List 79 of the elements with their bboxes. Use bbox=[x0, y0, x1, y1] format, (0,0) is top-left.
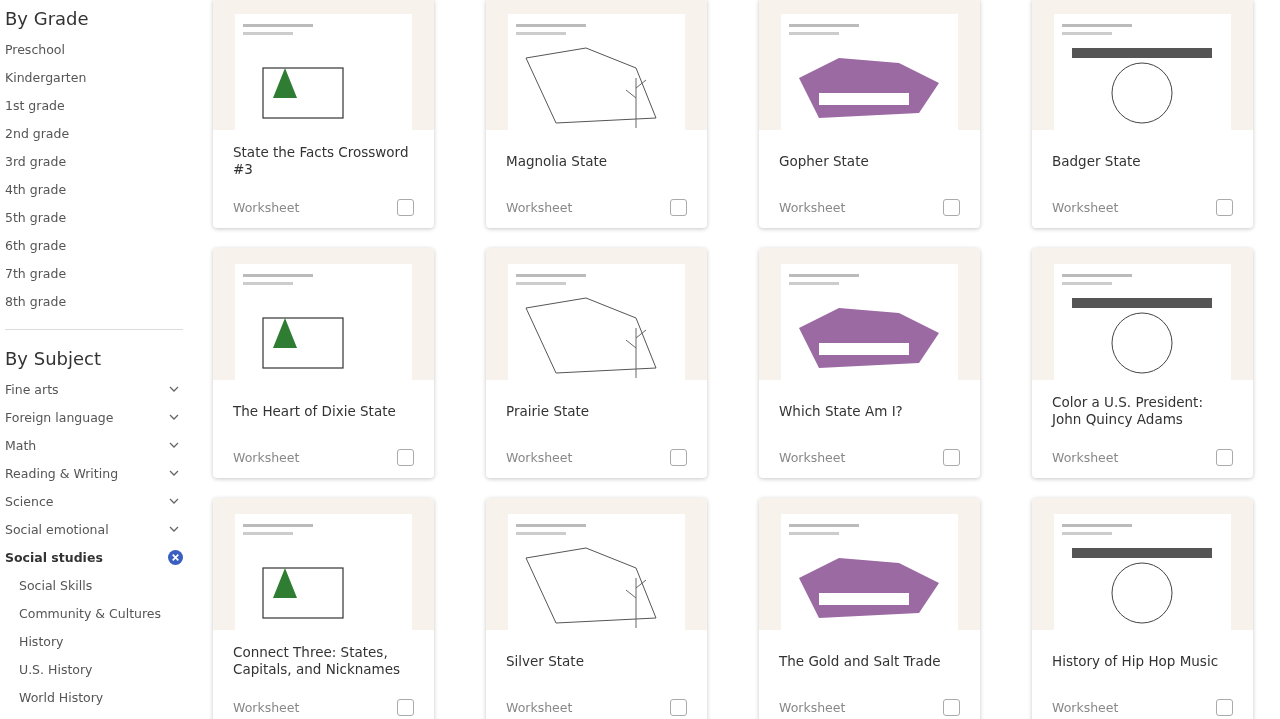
grade-link[interactable]: 8th grade bbox=[5, 287, 183, 315]
checkbox[interactable] bbox=[397, 699, 414, 716]
card-title: The Heart of Dixie State bbox=[233, 402, 396, 420]
chevron-down-icon[interactable] bbox=[169, 386, 179, 392]
worksheet-card[interactable]: Color a U.S. President: John Quincy Adams Worksheet bbox=[1032, 248, 1253, 478]
subject-filter[interactable]: Social emotional bbox=[5, 515, 183, 543]
section-heading: By Subject bbox=[5, 348, 102, 369]
chevron-down-icon[interactable] bbox=[169, 470, 179, 476]
card-title: History of Hip Hop Music bbox=[1052, 652, 1219, 670]
resource-type: Worksheet bbox=[233, 450, 300, 465]
resource-type: Worksheet bbox=[233, 700, 300, 715]
resource-type: Worksheet bbox=[779, 700, 846, 715]
grade-link[interactable]: Preschool bbox=[5, 35, 183, 63]
grade-link[interactable]: 2nd grade bbox=[5, 119, 183, 147]
subject-filter[interactable]: Math bbox=[5, 431, 183, 459]
resource-type: Worksheet bbox=[1052, 200, 1119, 215]
subtopic-link[interactable]: World History bbox=[5, 683, 183, 711]
checkbox[interactable] bbox=[670, 699, 687, 716]
subject-filter[interactable]: Science bbox=[5, 487, 183, 515]
grade-link[interactable]: 4th grade bbox=[5, 175, 183, 203]
grade-link[interactable]: Kindergarten bbox=[5, 63, 183, 91]
chevron-down-icon[interactable] bbox=[169, 442, 179, 448]
checkbox[interactable] bbox=[1216, 699, 1233, 716]
worksheet-card[interactable]: Gopher State Worksheet bbox=[759, 0, 980, 228]
checkbox[interactable] bbox=[397, 449, 414, 466]
resource-type: Worksheet bbox=[779, 450, 846, 465]
grade-link[interactable]: 6th grade bbox=[5, 231, 183, 259]
checkbox[interactable] bbox=[670, 199, 687, 216]
worksheet-card[interactable]: Prairie State Worksheet bbox=[486, 248, 707, 478]
checkbox[interactable] bbox=[397, 199, 414, 216]
card-title: Connect Three: States, Capitals, and Nicknames bbox=[233, 644, 402, 678]
grade-link[interactable]: 5th grade bbox=[5, 203, 183, 231]
checkbox[interactable] bbox=[943, 449, 960, 466]
resource-type: Worksheet bbox=[1052, 700, 1119, 715]
card-title: Which State Am I? bbox=[779, 402, 903, 420]
grade-link[interactable]: 7th grade bbox=[5, 259, 183, 287]
resource-type: Worksheet bbox=[233, 200, 300, 215]
checkbox[interactable] bbox=[943, 699, 960, 716]
subject-filter[interactable]: Social studies bbox=[5, 543, 183, 571]
card-title: Silver State bbox=[506, 652, 584, 670]
checkbox[interactable] bbox=[1216, 449, 1233, 466]
worksheet-card[interactable]: Magnolia State Worksheet bbox=[486, 0, 707, 228]
worksheet-card[interactable]: Connect Three: States, Capitals, and Nicknames Worksheet bbox=[213, 498, 434, 719]
worksheet-card[interactable]: The Heart of Dixie State Worksheet bbox=[213, 248, 434, 478]
grade-link[interactable]: 3rd grade bbox=[5, 147, 183, 175]
resource-type: Worksheet bbox=[779, 200, 846, 215]
card-title: Prairie State bbox=[506, 402, 590, 420]
checkbox[interactable] bbox=[670, 449, 687, 466]
grade-link[interactable]: 1st grade bbox=[5, 91, 183, 119]
card-title: State the Facts Crossword #3 bbox=[233, 144, 410, 178]
subtopic-link[interactable]: Social Skills bbox=[5, 571, 183, 599]
worksheet-card[interactable]: Badger State Worksheet bbox=[1032, 0, 1253, 228]
worksheet-card[interactable]: Which State Am I? Worksheet bbox=[759, 248, 980, 478]
card-title: Magnolia State bbox=[506, 152, 608, 170]
checkbox[interactable] bbox=[943, 199, 960, 216]
clear-icon[interactable] bbox=[168, 549, 183, 565]
resource-type: Worksheet bbox=[506, 450, 573, 465]
subject-filter[interactable]: Foreign language bbox=[5, 403, 183, 431]
chevron-down-icon[interactable] bbox=[169, 498, 179, 504]
card-title: Badger State bbox=[1052, 152, 1141, 170]
worksheet-card[interactable]: State the Facts Crossword #3 Worksheet bbox=[213, 0, 434, 228]
resource-type: Worksheet bbox=[506, 700, 573, 715]
resource-type: Worksheet bbox=[1052, 450, 1119, 465]
section-heading: By Grade bbox=[5, 8, 90, 29]
subject-filter[interactable]: Reading & Writing bbox=[5, 459, 183, 487]
card-title: Color a U.S. President: John Quincy Adams bbox=[1052, 394, 1204, 428]
subtopic-link[interactable]: U.S. History bbox=[5, 655, 183, 683]
worksheet-card[interactable]: Silver State Worksheet bbox=[486, 498, 707, 719]
subtopic-link[interactable]: History bbox=[5, 627, 183, 655]
checkbox[interactable] bbox=[1216, 199, 1233, 216]
resource-type: Worksheet bbox=[506, 200, 573, 215]
worksheet-card[interactable]: History of Hip Hop Music Worksheet bbox=[1032, 498, 1253, 719]
card-title: The Gold and Salt Trade bbox=[779, 652, 941, 670]
subject-filter[interactable]: Fine arts bbox=[5, 375, 183, 403]
card-title: Gopher State bbox=[779, 152, 869, 170]
chevron-down-icon[interactable] bbox=[169, 414, 179, 420]
worksheet-card[interactable]: The Gold and Salt Trade Worksheet bbox=[759, 498, 980, 719]
subtopic-link[interactable]: Community & Cultures bbox=[5, 599, 183, 627]
chevron-down-icon[interactable] bbox=[169, 526, 179, 532]
